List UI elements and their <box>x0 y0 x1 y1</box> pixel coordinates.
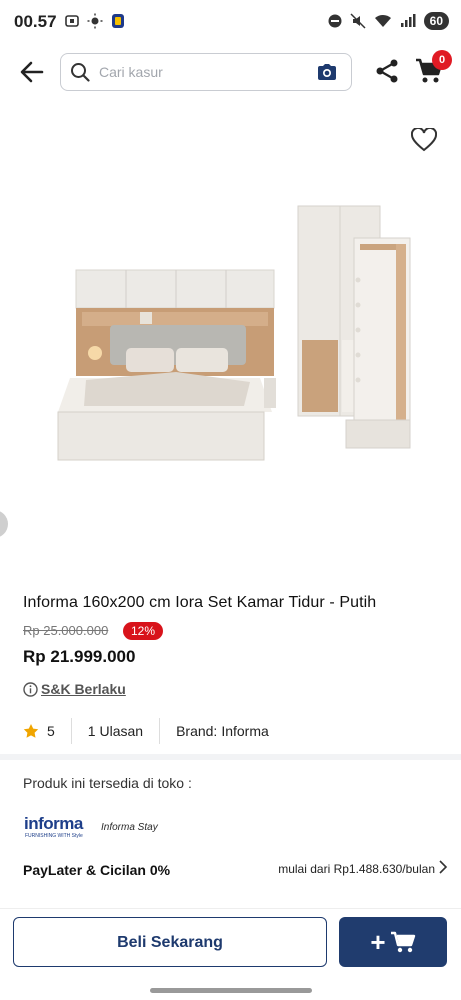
product-price: Rp 21.999.000 <box>23 647 136 666</box>
status-icons-right: 60 <box>328 12 449 30</box>
original-price: Rp 25.000.000 <box>23 623 109 638</box>
installment-info[interactable]: mulai dari Rp1.488.630/bulan <box>278 862 435 876</box>
product-title: Informa 160x200 cm Iora Set Kamar Tidur … <box>23 594 377 611</box>
wifi-icon <box>374 14 391 27</box>
reviews-link[interactable]: 1 Ulasan <box>88 723 143 739</box>
cart-badge: 0 <box>432 50 452 70</box>
buy-now-button[interactable]: Beli Sekarang <box>13 917 327 967</box>
top-bar: Cari kasur 0 <box>0 50 461 94</box>
info-icon <box>23 681 38 697</box>
battery-icon: 60 <box>423 12 449 30</box>
logo1-text: informa <box>24 814 84 833</box>
search-icon <box>71 63 90 82</box>
app-notification-icon <box>112 14 124 28</box>
signal-icon <box>400 14 416 27</box>
heart-icon[interactable] <box>411 128 437 152</box>
terms-link[interactable]: S&K Berlaku <box>23 681 126 697</box>
terms-label: S&K Berlaku <box>41 681 126 697</box>
status-time: 00.57 <box>14 12 57 31</box>
brand-link[interactable]: Informa <box>221 723 268 739</box>
informa-stay-logo[interactable]: Informa Stay <box>100 817 166 837</box>
screenshot-icon <box>65 15 79 27</box>
logo1-subtext: FURNISHING WITH Style <box>25 833 83 839</box>
add-to-cart-button[interactable]: + <box>339 917 447 967</box>
store-availability-label: Produk ini tersedia di toko : <box>23 775 192 791</box>
brightness-icon <box>87 13 103 29</box>
brand-label: Brand: <box>176 723 218 739</box>
bottom-action-bar: Beli Sekarang + <box>0 908 461 1000</box>
status-bar: 00.57 60 <box>0 0 461 44</box>
rating-value: 5 <box>47 723 55 739</box>
discount-badge: 12% <box>123 622 164 640</box>
image-carousel-handle[interactable] <box>0 510 8 538</box>
mute-icon <box>350 13 366 29</box>
share-icon[interactable] <box>374 58 400 84</box>
camera-icon[interactable] <box>317 63 337 81</box>
rating-row: 5 1 Ulasan Brand: Informa <box>23 718 269 744</box>
add-plus-label: + <box>370 926 386 957</box>
search-placeholder: Cari kasur <box>99 64 163 80</box>
back-arrow-icon[interactable] <box>18 58 46 86</box>
paylater-label: PayLater & Cicilan 0% <box>23 862 171 878</box>
star-icon <box>23 724 39 738</box>
gesture-bar[interactable] <box>150 988 312 993</box>
logo2-text: Informa Stay <box>101 822 159 833</box>
cart-icon <box>390 931 415 953</box>
do-not-disturb-icon <box>328 14 342 28</box>
chevron-right-icon[interactable] <box>438 860 448 874</box>
divider <box>159 718 161 744</box>
status-icons-left <box>64 13 126 29</box>
informa-logo[interactable]: informa FURNISHING WITH Style <box>23 813 89 839</box>
section-divider <box>0 754 461 760</box>
product-image[interactable] <box>0 200 461 470</box>
search-input[interactable]: Cari kasur <box>60 53 352 91</box>
divider <box>70 718 72 744</box>
